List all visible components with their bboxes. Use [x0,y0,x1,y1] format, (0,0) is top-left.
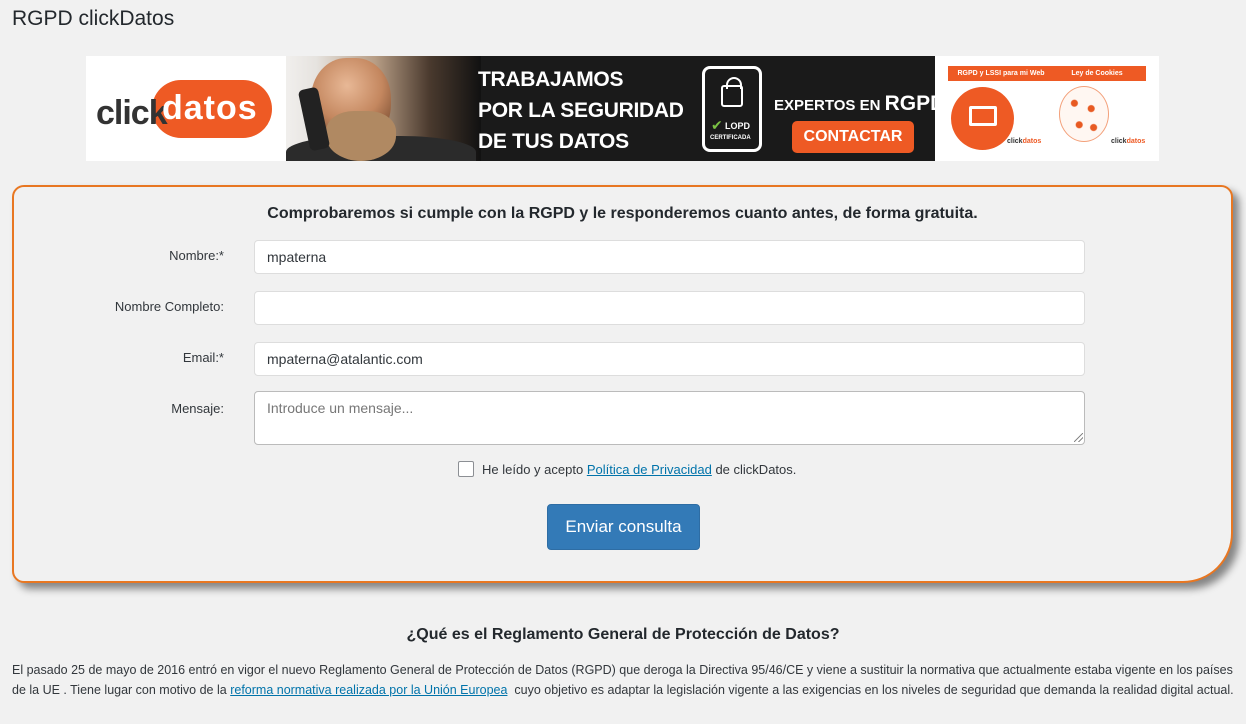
check-icon: ✔ [711,117,723,133]
badge-title: LOPD [725,121,751,131]
photo-beard [326,111,396,161]
article-text-part2: cuyo objetivo es adaptar la legislación … [514,682,1234,697]
badge-subtitle: CERTIFICADA [710,135,751,141]
nombre-completo-label: Nombre Completo: [114,299,224,314]
nombre-label: Nombre:* [169,248,224,263]
logo-text-datos: datos [162,89,258,127]
resize-grip-icon[interactable] [1074,433,1083,442]
nombre-completo-input[interactable] [254,291,1085,325]
privacy-policy-link[interactable]: Política de Privacidad [587,462,712,477]
clickdatos-banner[interactable]: click datos TRABAJAMOS POR LA SEGURIDAD … [86,56,1159,161]
page-title: RGPD clickDatos [12,7,175,30]
mensaje-textarea[interactable] [254,391,1085,445]
article-heading: ¿Qué es el Reglamento General de Protecc… [406,626,840,643]
slogan-line-1: TRABAJAMOS [478,68,624,91]
form-heading: Comprobaremos si cumple con la RGPD y le… [267,205,978,222]
cookie-icon [1059,86,1109,142]
consent-row: He leído y acepto Política de Privacidad… [458,461,796,477]
banner-slogan: TRABAJAMOS POR LA SEGURIDAD DE TUS DATOS [478,64,698,157]
consent-checkbox[interactable] [458,461,474,477]
article-paragraph: El pasado 25 de mayo de 2016 entró en vi… [12,661,1234,700]
side-mini-logo-2: clickdatos [1111,138,1146,145]
email-input[interactable]: mpaterna@atalantic.com [254,342,1085,376]
mensaje-label: Mensaje: [171,401,224,416]
consent-suffix: de clickDatos. [715,461,797,477]
expertos-text: EXPERTOS EN RGPD [774,92,935,116]
nombre-input[interactable]: mpaterna [254,240,1085,274]
expertos-brand: RGPD [884,92,935,115]
banner-main[interactable]: click datos TRABAJAMOS POR LA SEGURIDAD … [86,56,935,161]
consent-prefix: He leído y acepto [482,461,584,477]
contact-form-card: Comprobaremos si cumple con la RGPD y le… [12,185,1233,583]
email-label: Email:* [182,350,224,365]
slogan-line-3: DE TUS DATOS [478,130,629,153]
logo-text-click: click [96,94,168,132]
side-tab-cookies: Ley de Cookies [1048,66,1146,81]
slogan-line-2: POR LA SEGURIDAD [478,99,684,122]
lopd-badge: ✔ LOPD CERTIFICADA [702,66,762,152]
reforma-link[interactable]: reforma normativa realizada por la Unión… [230,683,507,697]
submit-button[interactable]: Enviar consulta [547,504,700,550]
monitor-icon [969,106,997,126]
contactar-button[interactable]: CONTACTAR [792,121,914,153]
banner-side[interactable]: RGPD y LSSI para mi Web Ley de Cookies c… [935,56,1159,161]
expertos-prefix: EXPERTOS EN [774,97,881,114]
side-tab-rgpd: RGPD y LSSI para mi Web [948,66,1054,81]
side-mini-logo-1: clickdatos [1007,138,1042,145]
lock-icon [721,77,743,107]
